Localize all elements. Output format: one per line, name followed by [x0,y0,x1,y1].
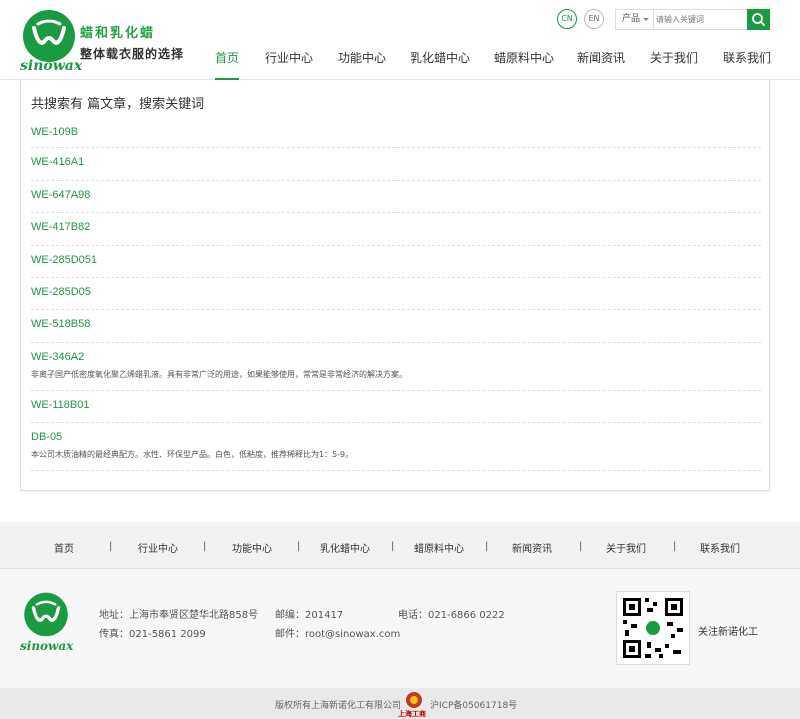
slogan-line-2: 整体载衣服的选择 [80,47,185,61]
search-category-label: 产品 [622,14,641,24]
icp-link[interactable]: 沪ICP备05061718号 [430,698,517,711]
search-result-title: 共搜索有 篇文章，搜索关键词 [31,97,205,112]
footer-nav-wax-raw[interactable]: 蜡原料中心 [414,540,464,555]
list-item: WE-118B01 [31,391,761,423]
product-link[interactable]: DB-05 [31,431,761,447]
product-link[interactable]: WE-417B82 [31,221,761,237]
lang-en-button[interactable]: EN [584,9,604,29]
logo-wordmark: sinowax [20,58,83,74]
search-results-panel: 共搜索有 篇文章，搜索关键词 WE-109B WE-416A1 WE-647A9… [20,80,770,491]
footer-address: 地址：上海市奉贤区楚华北路858号 [99,610,259,621]
footer-logo-wordmark: sinowax [20,639,74,653]
police-badge-icon[interactable] [404,690,424,710]
nav-home[interactable]: 首页 [215,48,240,80]
nav-contact[interactable]: 联系我们 [723,48,771,80]
nav-news[interactable]: 新闻资讯 [577,48,625,80]
footer-nav-function[interactable]: 功能中心 [232,540,272,555]
footer-nav-about[interactable]: 关于我们 [606,540,646,555]
footer-nav-separator: | [673,541,677,552]
main-nav: 首页 行业中心 功能中心 乳化蜡中心 蜡原料中心 新闻资讯 关于我们 联系我们 [205,48,785,80]
product-link[interactable]: WE-416A1 [31,156,761,172]
footer-nav-separator: | [297,541,301,552]
product-description: 本公司木质油精的最经典配方。水性、环保型产品。白色，低粘度，推荐稀释比为1：5-… [31,450,354,459]
footer-nav: 首页 | 行业中心 | 功能中心 | 乳化蜡中心 | 蜡原料中心 | 新闻资讯 … [0,522,800,569]
product-link[interactable]: WE-118B01 [31,399,761,415]
product-description: 非离子国产低密度氧化聚乙烯蜡乳液。具有非常广泛的用途，如果能够使用，常常是非常经… [31,370,407,379]
nav-emulsion-wax[interactable]: 乳化蜡中心 [410,48,470,80]
lang-cn-button[interactable]: CN [557,9,577,29]
badge-text: 上海工商 [398,710,426,718]
footer-nav-emulsion-wax[interactable]: 乳化蜡中心 [320,540,370,555]
list-item: WE-285D051 [31,246,761,278]
footer-nav-industry[interactable]: 行业中心 [138,540,178,555]
search-category-select[interactable]: 产品 [616,10,654,29]
list-item: WE-285D05 [31,278,761,310]
search-input[interactable] [656,11,746,28]
slogan: 蜡和乳化蜡 整体载衣服的选择 [80,22,184,62]
chevron-down-icon [643,18,649,21]
product-link[interactable]: WE-109B [31,126,761,142]
footer-nav-separator: | [109,541,113,552]
list-item: DB-05 本公司木质油精的最经典配方。水性、环保型产品。白色，低粘度，推荐稀释… [31,423,761,471]
search-box: 产品 [615,9,770,30]
results-list: WE-109B WE-416A1 WE-647A98 WE-417B82 WE-… [31,118,761,471]
footer-logo [24,592,68,637]
footer-postcode: 邮编：201417 [275,610,344,621]
product-link[interactable]: WE-346A2 [31,351,761,367]
list-item: WE-346A2 非离子国产低密度氧化聚乙烯蜡乳液。具有非常广泛的用途，如果能够… [31,343,761,391]
search-icon [752,13,765,26]
footer-fax: 传真：021-5861 2099 [99,629,206,640]
nav-about[interactable]: 关于我们 [650,48,698,80]
footer-nav-separator: | [203,541,207,552]
nav-industry[interactable]: 行业中心 [265,48,313,80]
footer-phone: 电话：021-6866 0222 [398,610,505,621]
copyright-bar: 版权所有上海新诺化工有限公司 上海工商 沪ICP备05061718号 [0,688,800,719]
product-link[interactable]: WE-647A98 [31,189,761,205]
search-button[interactable] [747,9,770,30]
list-item: WE-647A98 [31,181,761,213]
follow-label: 关注新诺化工 [698,627,758,638]
nav-function[interactable]: 功能中心 [338,48,386,80]
footer-nav-contact[interactable]: 联系我们 [700,540,740,555]
footer-nav-separator: | [579,541,583,552]
list-item: WE-416A1 [31,148,761,181]
slogan-line-1: 蜡和乳化蜡 [80,26,156,41]
footer-email: 邮件：root@sinowax.com [275,629,401,640]
product-link[interactable]: WE-285D05 [31,286,761,302]
list-item: WE-109B [31,118,761,148]
qr-code-icon [623,598,683,658]
list-item: WE-518B58 [31,310,761,343]
footer-nav-home[interactable]: 首页 [54,540,74,555]
footer-nav-separator: | [485,541,489,552]
footer-nav-separator: | [391,541,395,552]
wechat-qr-code [616,591,690,665]
nav-wax-raw[interactable]: 蜡原料中心 [494,48,554,80]
site-header: sinowax 蜡和乳化蜡 整体载衣服的选择 CN EN 产品 首页 行业中心 … [0,0,800,80]
product-link[interactable]: WE-518B58 [31,318,761,334]
footer-info: sinowax 地址：上海市奉贤区楚华北路858号 邮编：201417 电话：0… [0,569,800,688]
footer-nav-news[interactable]: 新闻资讯 [512,540,552,555]
copyright-text: 版权所有上海新诺化工有限公司 [275,701,402,711]
product-link[interactable]: WE-285D051 [31,254,761,270]
list-item: WE-417B82 [31,213,761,246]
